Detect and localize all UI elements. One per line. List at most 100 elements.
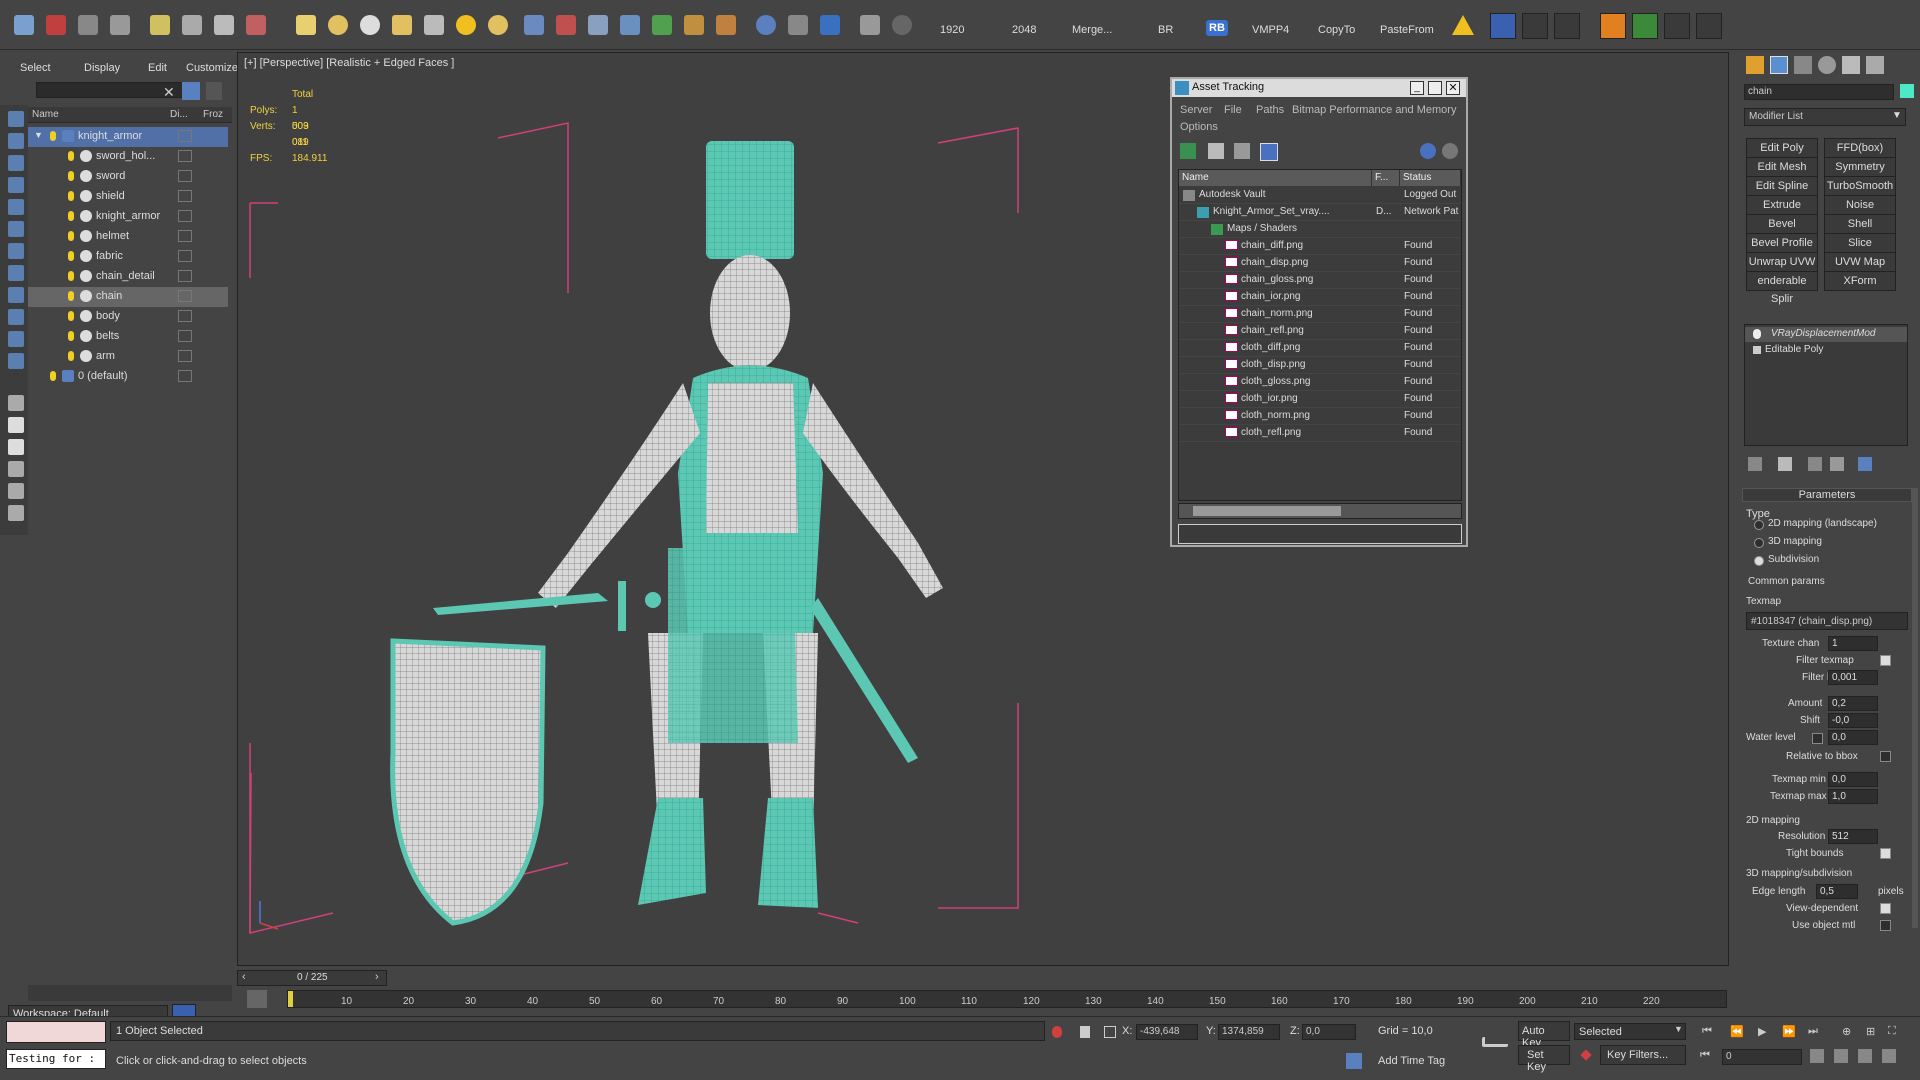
- display-toggle-icon[interactable]: [178, 210, 192, 222]
- hair-icon[interactable]: [684, 15, 704, 35]
- toolbar-item-vmpp4[interactable]: VMPP4: [1252, 24, 1289, 36]
- go-start-icon[interactable]: ⏮: [1702, 1025, 1712, 1038]
- filter-lights-icon[interactable]: [8, 155, 24, 171]
- amount-spinner[interactable]: 0,2: [1828, 696, 1878, 711]
- layer-icon[interactable]: [78, 15, 98, 35]
- pin-stack-icon[interactable]: [1748, 457, 1762, 471]
- time-config-icon[interactable]: [1810, 1049, 1824, 1063]
- asset-row[interactable]: cloth_ior.png Found: [1179, 391, 1461, 408]
- schematic-icon[interactable]: [110, 15, 130, 35]
- geosphere-icon[interactable]: [360, 15, 380, 35]
- time-tag-icon[interactable]: [1346, 1053, 1362, 1069]
- cone-icon[interactable]: [424, 15, 444, 35]
- refresh-icon[interactable]: [1180, 143, 1196, 159]
- stack-item-editable-poly[interactable]: Editable Poly: [1745, 343, 1907, 358]
- tree-item[interactable]: shield: [28, 187, 228, 207]
- asset-row[interactable]: chain_disp.png Found: [1179, 255, 1461, 272]
- key-filters-button[interactable]: Key Filters...: [1600, 1045, 1686, 1065]
- play-icon[interactable]: ▶: [1758, 1025, 1766, 1038]
- asset-col-status[interactable]: Status: [1400, 170, 1461, 186]
- fabric-mesh[interactable]: [668, 548, 798, 743]
- key-mode-icon[interactable]: ⏮: [1700, 1049, 1718, 1065]
- modifier-button[interactable]: Edit Mesh: [1746, 157, 1818, 177]
- radio-3d-mapping[interactable]: [1754, 538, 1764, 548]
- modifier-button[interactable]: Extrude: [1746, 195, 1818, 215]
- light-bulb-icon[interactable]: [68, 231, 74, 241]
- modifier-button[interactable]: enderable Splir: [1746, 271, 1818, 305]
- asset-horizontal-scrollbar[interactable]: [1178, 503, 1462, 519]
- track-bar[interactable]: [287, 990, 1727, 1008]
- maxscript-listener[interactable]: [6, 1021, 106, 1043]
- light-bulb-icon[interactable]: [50, 371, 56, 381]
- table-view-icon[interactable]: [1260, 143, 1278, 161]
- light-bulb-icon[interactable]: [68, 191, 74, 201]
- tools-icon[interactable]: [1522, 13, 1548, 39]
- clipboard-icon[interactable]: [860, 15, 880, 35]
- parameters-rollout[interactable]: Parameters: [1742, 488, 1912, 502]
- maxscript-input[interactable]: Testing for :: [6, 1049, 106, 1069]
- texmap-button[interactable]: #1018347 (chain_disp.png): [1746, 612, 1908, 630]
- asset-col-f[interactable]: F...: [1372, 170, 1400, 186]
- current-frame-marker[interactable]: [288, 991, 293, 1007]
- display-toggle-icon[interactable]: [178, 250, 192, 262]
- key-mode-dropdown[interactable]: Selected: [1574, 1023, 1686, 1040]
- display-toggle-icon[interactable]: [178, 330, 192, 342]
- prev-frame-icon[interactable]: ⏪: [1730, 1025, 1744, 1038]
- show-end-result-icon[interactable]: [1778, 457, 1792, 471]
- head-mesh[interactable]: [710, 255, 790, 371]
- maximize-icon[interactable]: [1428, 81, 1442, 95]
- texture-chan-spinner[interactable]: 1: [1828, 636, 1878, 651]
- helmet-mesh[interactable]: [706, 141, 794, 259]
- menu-customize[interactable]: Customize: [186, 62, 238, 74]
- menu-edit[interactable]: Edit: [148, 62, 167, 74]
- render-frame-icon[interactable]: [150, 15, 170, 35]
- open-icon[interactable]: [14, 15, 34, 35]
- render-icon[interactable]: [246, 15, 266, 35]
- asset-row[interactable]: chain_diff.png Found: [1179, 238, 1461, 255]
- asset-row[interactable]: Autodesk Vault Logged Out: [1179, 187, 1461, 204]
- filter-texmap-checkbox[interactable]: [1880, 655, 1891, 666]
- filter-toggle-icon[interactable]: [182, 82, 200, 100]
- layer-explorer-icon[interactable]: [8, 505, 24, 521]
- light-bulb-icon[interactable]: [68, 291, 74, 301]
- asset-row[interactable]: chain_gloss.png Found: [1179, 272, 1461, 289]
- asset-row[interactable]: cloth_refl.png Found: [1179, 425, 1461, 442]
- radio-subdivision[interactable]: [1754, 556, 1764, 566]
- tree-item[interactable]: fabric: [28, 247, 228, 267]
- modifier-button[interactable]: Noise: [1824, 195, 1896, 215]
- option-2d-mapping[interactable]: 2D mapping (landscape): [1768, 518, 1877, 529]
- close-icon[interactable]: ✕: [163, 84, 175, 101]
- menu-select[interactable]: Select: [20, 62, 51, 74]
- modifier-button[interactable]: Edit Spline: [1746, 176, 1818, 196]
- explorer-scrollbar[interactable]: [28, 985, 232, 1001]
- asset-row[interactable]: cloth_gloss.png Found: [1179, 374, 1461, 391]
- modifier-button[interactable]: Bevel: [1746, 214, 1818, 234]
- chevron-right-icon[interactable]: ›: [375, 971, 379, 983]
- modifier-button[interactable]: Bevel Profile: [1746, 233, 1818, 253]
- tree-item[interactable]: chain_detail: [28, 267, 228, 287]
- detail-view-icon[interactable]: [1234, 143, 1250, 159]
- display-none-icon[interactable]: [8, 417, 24, 433]
- chest-mesh[interactable]: [706, 383, 798, 533]
- asset-row[interactable]: chain_norm.png Found: [1179, 306, 1461, 323]
- modifier-button[interactable]: Shell: [1824, 214, 1896, 234]
- asset-row[interactable]: cloth_disp.png Found: [1179, 357, 1461, 374]
- warning-icon[interactable]: [1452, 15, 1474, 35]
- filter-groups-icon[interactable]: [8, 243, 24, 259]
- mini-curve-icon[interactable]: [247, 990, 267, 1008]
- light-bulb-icon[interactable]: [68, 251, 74, 261]
- edge-length-spinner[interactable]: 0,5: [1816, 884, 1858, 899]
- panel-scrollbar[interactable]: [1912, 488, 1918, 928]
- modifier-button[interactable]: Symmetry: [1824, 157, 1896, 177]
- display-toggle-icon[interactable]: [178, 270, 192, 282]
- filter-cameras-icon[interactable]: [8, 177, 24, 193]
- shield-mesh[interactable]: [390, 638, 546, 926]
- configure-sets-icon[interactable]: [1858, 457, 1872, 471]
- stack-item-vraydisplacement[interactable]: VRayDisplacementMod: [1745, 327, 1907, 342]
- field-of-view-icon[interactable]: ⛶: [1888, 1025, 1896, 1038]
- modifier-list-dropdown[interactable]: Modifier List: [1744, 108, 1906, 126]
- sword-pommel-mesh[interactable]: [645, 592, 661, 608]
- fur-icon[interactable]: [716, 15, 736, 35]
- lock-icon[interactable]: [1080, 1026, 1090, 1038]
- bulb-icon[interactable]: [1753, 329, 1761, 339]
